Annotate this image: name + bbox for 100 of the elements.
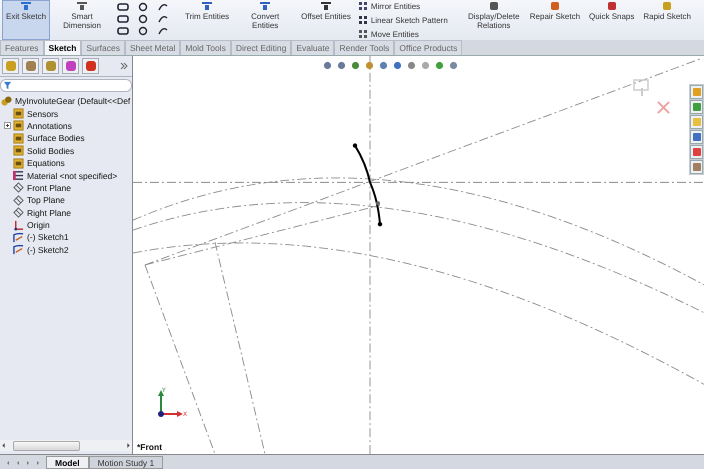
toolbar-button[interactable]: Display/Delete Relations	[462, 0, 525, 40]
tree-item[interactable]: Right Plane	[0, 206, 132, 219]
task-pane-tab-icon[interactable]	[690, 145, 703, 159]
command-tab[interactable]: Sketch	[44, 40, 82, 55]
command-tab[interactable]: Features	[0, 40, 44, 55]
tree-icon	[13, 220, 24, 231]
close-icon[interactable]	[657, 101, 670, 114]
tree-icon	[13, 194, 24, 206]
panel-tab-icon[interactable]	[82, 58, 99, 74]
tool-icon	[319, 1, 333, 11]
sketch-tool-icon[interactable]	[117, 14, 130, 24]
tree-item[interactable]: Origin	[0, 218, 132, 232]
tool-icon	[358, 1, 368, 11]
tree-item[interactable]: Sensors	[0, 107, 132, 120]
tool-icon	[358, 29, 368, 39]
tree-item-label: Material <not specified>	[27, 170, 118, 181]
tree-item-label: MyInvoluteGear (Default<<Def	[15, 96, 130, 106]
tree-item-label: Equations	[27, 158, 65, 168]
command-tab[interactable]: Sheet Metal	[124, 40, 180, 55]
tree-item[interactable]: MyInvoluteGear (Default<<Def	[0, 95, 132, 108]
tree-item[interactable]: (-) Sketch1	[0, 231, 132, 244]
scroll-right-icon[interactable]	[125, 442, 132, 449]
tree-icon	[13, 132, 24, 144]
tree-item[interactable]: Material <not specified>	[0, 169, 132, 182]
tool-icon	[358, 15, 368, 25]
panel-tab-icon[interactable]	[2, 58, 19, 74]
toolbar-button[interactable]: Quick Snaps	[585, 0, 638, 40]
tree-item[interactable]: Solid Bodies	[0, 144, 132, 157]
toolbar-button[interactable]: Linear Sketch Pattern	[358, 14, 448, 26]
tree-item-label: Front Plane	[27, 182, 71, 193]
sketch-tool-icon[interactable]	[157, 2, 170, 12]
toolbar-button[interactable]: Rapid Sketch	[639, 0, 695, 40]
tree-item[interactable]: Surface Bodies	[0, 132, 132, 145]
tree-item[interactable]: Annotations	[0, 120, 132, 132]
command-tab[interactable]: Office Products	[394, 40, 462, 55]
sketch-tool-icon[interactable]	[137, 14, 150, 24]
command-tab[interactable]: Direct Editing	[230, 40, 292, 55]
model-tab[interactable]: Model	[46, 456, 89, 469]
tree-item-label: Top Plane	[27, 195, 65, 206]
panel-tab-icon[interactable]	[42, 58, 59, 74]
scrollbar-thumb[interactable]	[12, 440, 80, 450]
filter-icon	[3, 81, 12, 90]
tree-item-label: Right Plane	[27, 208, 71, 218]
tree-item-label: Sensors	[27, 108, 58, 119]
task-pane-tab-icon[interactable]	[690, 115, 703, 129]
tree-item[interactable]: Front Plane	[0, 182, 132, 194]
command-tab[interactable]: Mold Tools	[180, 40, 231, 55]
task-pane-tab-icon[interactable]	[690, 100, 703, 114]
tool-icon	[200, 1, 214, 11]
tree-item[interactable]: Equations	[0, 156, 132, 170]
tool-icon	[19, 1, 33, 11]
command-tab[interactable]: Render Tools	[334, 40, 394, 55]
part-icon	[1, 96, 12, 107]
toolbar-button[interactable]: Exit Sketch	[2, 0, 50, 40]
view-label: *Front	[137, 442, 162, 452]
sketch-tool-icon[interactable]	[137, 26, 150, 36]
model-tab[interactable]: Motion Study 1	[88, 456, 164, 469]
task-pane-tab-icon[interactable]	[690, 130, 703, 144]
tree-item-label: Surface Bodies	[27, 133, 85, 144]
toolbar-button[interactable]: Move Entities	[358, 28, 448, 40]
task-pane-tab-icon[interactable]	[690, 160, 703, 174]
involute-curve[interactable]	[352, 143, 382, 226]
chevron-icon[interactable]	[120, 62, 128, 70]
tree-icon	[13, 182, 24, 194]
tree-item-label: Solid Bodies	[27, 146, 74, 156]
sketch-tool-icon[interactable]	[117, 26, 130, 36]
tree-item-label: Origin	[27, 220, 50, 230]
sketch-tool-icon[interactable]	[117, 2, 130, 12]
tree-icon	[13, 158, 24, 169]
tree-icon	[13, 108, 24, 120]
tree-item[interactable]: (-) Sketch2	[0, 244, 132, 256]
tree-icon	[13, 145, 24, 156]
tree-icon	[13, 232, 24, 243]
horizontal-scrollbar[interactable]	[0, 440, 132, 451]
toolbar-button[interactable]: Mirror Entities	[358, 0, 448, 12]
tree-item[interactable]: Top Plane	[0, 194, 132, 207]
expand-icon[interactable]	[4, 122, 11, 130]
toolbar-button[interactable]: Offset Entities	[297, 0, 355, 40]
scroll-left-icon[interactable]	[0, 442, 7, 449]
tree-icon	[13, 170, 24, 182]
command-tab[interactable]: Evaluate	[291, 40, 334, 55]
tree-icon	[13, 120, 24, 132]
tree-icon	[13, 244, 24, 256]
tree-icon	[13, 207, 24, 218]
toolbar-button[interactable]: Convert Entities	[234, 0, 296, 40]
command-tab[interactable]: Surfaces	[81, 40, 125, 55]
tool-icon	[258, 1, 272, 11]
toolbar-button[interactable]: Repair Sketch	[526, 0, 584, 40]
sketch-tool-icon[interactable]	[157, 14, 170, 24]
sketch-tool-icon[interactable]	[157, 26, 170, 36]
task-pane-tab-icon[interactable]	[690, 85, 703, 99]
filter-field[interactable]	[0, 79, 132, 92]
panel-tab-icon[interactable]	[62, 58, 79, 74]
panel-tab-icon[interactable]	[22, 58, 39, 74]
tree-item-label: (-) Sketch1	[27, 232, 69, 242]
toolbar-button[interactable]: Trim Entities	[181, 0, 234, 40]
sketch-tool-icon[interactable]	[137, 2, 150, 12]
tool-icon	[75, 1, 90, 11]
tree-item-label: Annotations	[27, 120, 72, 131]
toolbar-button[interactable]: Smart Dimension	[51, 0, 114, 40]
